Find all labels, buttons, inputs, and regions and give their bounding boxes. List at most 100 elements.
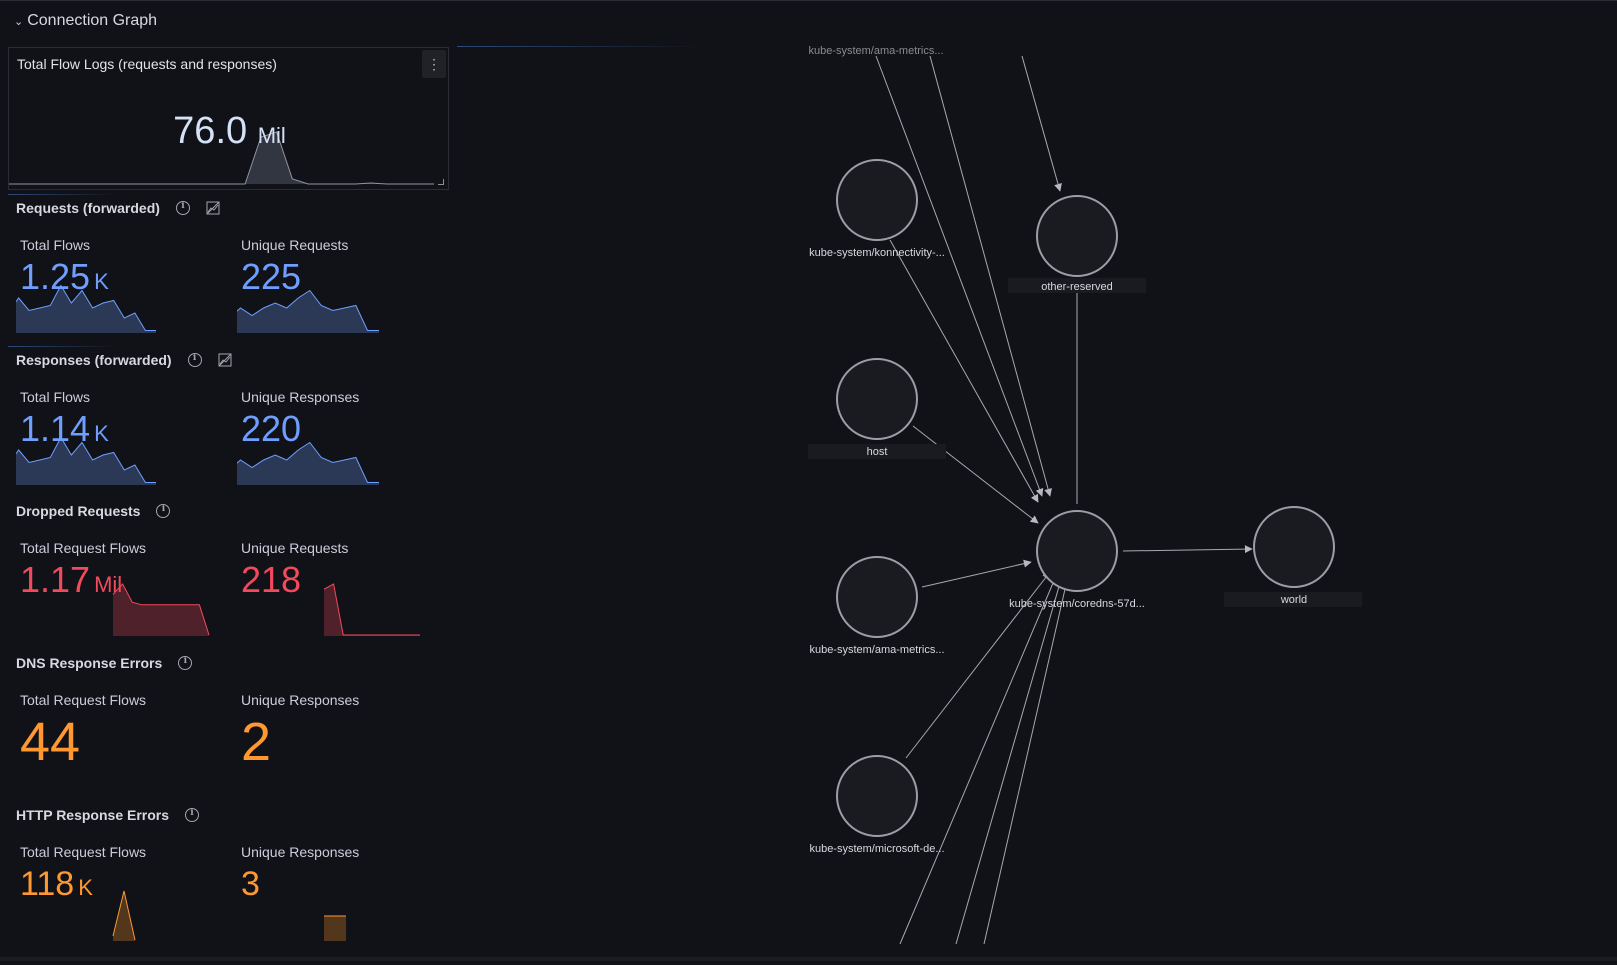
- total-flow-logs-value: 76.0 Mil: [9, 110, 450, 153]
- section-header-http-response-errors: HTTP Response Errors: [16, 807, 200, 823]
- stat-value: 218: [241, 560, 301, 600]
- stat-dns-response-errors-0[interactable]: Total Request Flows 44: [16, 692, 216, 802]
- graph-node-host[interactable]: host: [808, 358, 946, 459]
- graph-node-world[interactable]: world: [1224, 506, 1362, 607]
- graph-node-microsoft-de[interactable]: kube-system/microsoft-de...: [809, 755, 945, 855]
- section-title: HTTP Response Errors: [16, 807, 170, 823]
- row-title: Connection Graph: [27, 12, 158, 29]
- stat-label: Total Request Flows: [20, 540, 147, 556]
- stat-dns-response-errors-1[interactable]: Unique Responses 2: [237, 692, 437, 802]
- stat-number: 1.17: [20, 559, 91, 600]
- panel-title: Total Flow Logs (requests and responses): [17, 56, 277, 72]
- panel-menu-button[interactable]: ⋮: [422, 50, 446, 78]
- info-icon[interactable]: [187, 353, 202, 367]
- info-icon[interactable]: [156, 504, 171, 518]
- stat-requests-forwarded-1[interactable]: Unique Requests 225: [237, 237, 437, 347]
- section-title: DNS Response Errors: [16, 655, 163, 671]
- stat-value: 1.25 K: [20, 257, 109, 302]
- section-accent-line: [8, 346, 118, 347]
- graph-node-konnectivity[interactable]: kube-system/konnectivity-...: [809, 159, 945, 259]
- stat-number: 220: [241, 408, 302, 449]
- stat-unit: K: [94, 269, 109, 294]
- graph-edge: [899, 575, 1057, 945]
- stat-label: Unique Responses: [241, 844, 360, 860]
- stat-label: Total Request Flows: [20, 692, 147, 708]
- stat-label: Unique Requests: [241, 237, 349, 253]
- stat-unit: Mil: [257, 123, 286, 148]
- stat-number: 225: [241, 256, 302, 297]
- stat-value: 44: [20, 714, 80, 770]
- stat-value: 3: [241, 864, 260, 904]
- section-title: Responses (forwarded): [16, 352, 172, 368]
- info-icon[interactable]: [185, 808, 200, 822]
- stat-label: Unique Responses: [241, 692, 360, 708]
- stat-responses-forwarded-1[interactable]: Unique Responses 220: [237, 389, 437, 499]
- graph-edge: [1122, 545, 1253, 554]
- stat-unit: K: [94, 421, 109, 446]
- stat-number: 1.14: [20, 408, 91, 449]
- node-label: other-reserved: [1041, 281, 1113, 293]
- bottom-scrollbar[interactable]: [0, 957, 1617, 961]
- top-divider: [0, 0, 1617, 1]
- stat-value: 1.14 K: [20, 409, 109, 454]
- chevron-down-icon: ⌄: [14, 15, 24, 28]
- sparkline-area: [113, 891, 135, 941]
- graph-node-coredns[interactable]: kube-system/coredns-57d...: [1009, 510, 1145, 610]
- section-title: Requests (forwarded): [16, 200, 160, 216]
- stat-number: 76.0: [173, 110, 248, 152]
- info-icon[interactable]: [178, 656, 193, 670]
- row-header-connection-graph[interactable]: ⌄ Connection Graph: [14, 12, 157, 30]
- section-header-requests-forwarded: Requests (forwarded): [16, 200, 220, 216]
- connection-graph[interactable]: kube-system/ama-metrics... kube-system/k…: [700, 46, 1617, 946]
- stat-requests-forwarded-0[interactable]: Total Flows 1.25 K: [16, 237, 216, 347]
- stat-number: 44: [20, 712, 81, 772]
- stat-unit: Mil: [94, 572, 123, 597]
- stat-number: 1.25: [20, 256, 91, 297]
- stat-dropped-requests-0[interactable]: Total Request Flows 1.17 Mil: [16, 540, 216, 650]
- graph-edge: [921, 559, 1032, 588]
- section-header-responses-forwarded: Responses (forwarded): [16, 352, 232, 368]
- stat-number: 2: [241, 712, 272, 772]
- node-label: kube-system/microsoft-de...: [809, 843, 944, 855]
- sparkline-area: [324, 916, 346, 941]
- stat-value: 1.17 Mil: [20, 560, 122, 605]
- kebab-icon: ⋮: [427, 55, 441, 72]
- stat-number: 218: [241, 559, 302, 600]
- graph-node-ama-metrics[interactable]: kube-system/ama-metrics...: [809, 556, 945, 656]
- node-label: kube-system/ama-metrics...: [809, 644, 944, 656]
- node-label-top-partial: kube-system/ama-metrics...: [808, 46, 943, 57]
- chart-off-icon[interactable]: [218, 353, 232, 367]
- graph-node-other-reserved[interactable]: other-reserved: [1008, 195, 1146, 293]
- stat-value: 225: [241, 257, 301, 297]
- stat-label: Total Flows: [20, 389, 91, 405]
- node-label: kube-system/coredns-57d...: [1009, 598, 1145, 610]
- graph-edge: [929, 55, 1052, 497]
- stat-label: Total Request Flows: [20, 844, 147, 860]
- section-header-dns-response-errors: DNS Response Errors: [16, 655, 193, 671]
- node-label: kube-system/konnectivity-...: [809, 247, 945, 259]
- stat-number: 3: [241, 865, 260, 903]
- graph-edge: [1021, 55, 1062, 192]
- stat-responses-forwarded-0[interactable]: Total Flows 1.14 K: [16, 389, 216, 499]
- graph-loading-bar: [457, 46, 702, 47]
- chart-off-icon[interactable]: [206, 201, 220, 215]
- resize-handle-icon[interactable]: [438, 179, 444, 185]
- stat-dropped-requests-1[interactable]: Unique Requests 218: [237, 540, 437, 650]
- graph-edge: [955, 575, 1063, 945]
- stat-http-response-errors-0[interactable]: Total Request Flows 118 K: [16, 844, 216, 954]
- node-label: world: [1280, 594, 1307, 606]
- node-label: host: [867, 446, 888, 458]
- stat-value: 220: [241, 409, 301, 449]
- stat-unit: K: [78, 875, 93, 900]
- sparkline-area: [113, 584, 209, 636]
- stat-value: 2: [241, 714, 271, 770]
- total-flow-logs-panel[interactable]: Total Flow Logs (requests and responses)…: [8, 47, 449, 190]
- info-icon[interactable]: [175, 201, 190, 215]
- stat-value: 118 K: [20, 864, 93, 908]
- stat-http-response-errors-1[interactable]: Unique Responses 3: [237, 844, 437, 954]
- stat-label: Total Flows: [20, 237, 91, 253]
- section-header-dropped-requests: Dropped Requests: [16, 503, 171, 519]
- graph-edge: [912, 425, 1039, 524]
- section-accent-line: [8, 194, 118, 195]
- graph-edge: [983, 575, 1069, 945]
